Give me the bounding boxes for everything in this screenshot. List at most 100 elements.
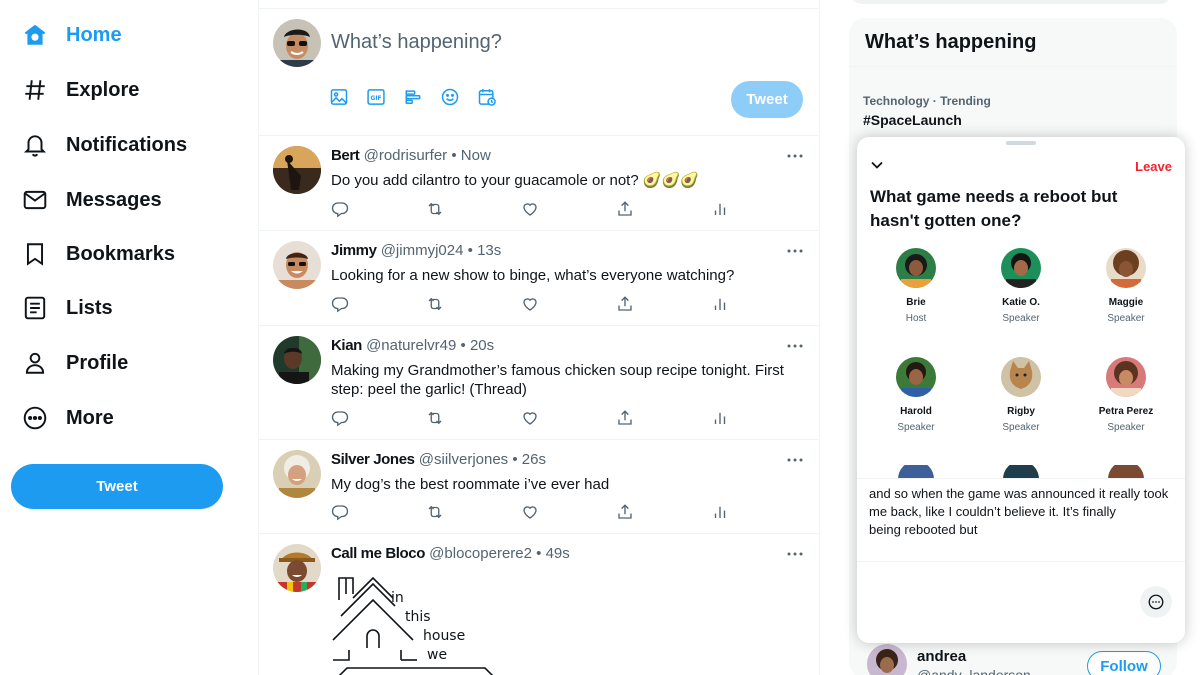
- avatar[interactable]: [896, 465, 936, 479]
- share-icon[interactable]: [616, 200, 634, 218]
- avatar[interactable]: [1001, 465, 1041, 479]
- compose-tweet-button[interactable]: Tweet: [731, 81, 803, 118]
- emoji-icon: [1148, 594, 1164, 610]
- tweet-timestamp[interactable]: 20s: [470, 337, 494, 354]
- tweet-author-handle[interactable]: @jimmyj024: [381, 242, 464, 259]
- ascii-word: we: [427, 647, 447, 663]
- reply-icon[interactable]: [331, 503, 349, 521]
- tweet[interactable]: Bert @rodrisurfer • Now Do you add cilan…: [259, 136, 819, 231]
- nav-profile[interactable]: Profile: [20, 343, 128, 383]
- space-participant[interactable]: Katie O. Speaker: [976, 248, 1066, 324]
- compose-input[interactable]: What’s happening?: [331, 31, 502, 54]
- avatar[interactable]: [273, 336, 321, 384]
- space-participant[interactable]: Rigby Speaker: [976, 357, 1066, 433]
- more-horizontal-icon[interactable]: [785, 146, 805, 166]
- avatar[interactable]: [1106, 465, 1146, 479]
- nav-notifications[interactable]: Notifications: [20, 125, 187, 165]
- analytics-icon[interactable]: [711, 409, 729, 427]
- retweet-icon[interactable]: [426, 295, 444, 313]
- nav-lists[interactable]: Lists: [20, 288, 113, 328]
- nav-notifications-label: Notifications: [66, 133, 188, 156]
- tweet[interactable]: Kian @naturelvr49 • 20s Making my Grandm…: [259, 326, 819, 440]
- leave-button[interactable]: Leave: [1135, 159, 1172, 174]
- space-participant[interactable]: Brie Host: [871, 248, 961, 324]
- nav-bookmarks[interactable]: Bookmarks: [20, 234, 175, 274]
- tweet-author-name[interactable]: Kian: [331, 337, 362, 354]
- tweet-author-name[interactable]: Jimmy: [331, 242, 377, 259]
- tweet-author-name[interactable]: Bert: [331, 147, 360, 164]
- avatar[interactable]: [273, 146, 321, 194]
- more-horizontal-icon[interactable]: [785, 450, 805, 470]
- tweet-author-handle[interactable]: @blocoperere2: [429, 545, 532, 562]
- more-horizontal-icon[interactable]: [785, 544, 805, 564]
- nav-home[interactable]: Home: [20, 15, 122, 55]
- participant-role: Speaker: [1002, 422, 1040, 433]
- nav-lists-label: Lists: [66, 296, 113, 319]
- share-icon[interactable]: [616, 409, 634, 427]
- schedule-icon[interactable]: [477, 87, 497, 107]
- like-icon[interactable]: [521, 200, 539, 218]
- space-participant[interactable]: Maggie Speaker: [1081, 248, 1171, 324]
- analytics-icon[interactable]: [711, 295, 729, 313]
- live-captions: and so when the game was announced it re…: [857, 478, 1185, 562]
- avatar[interactable]: [273, 544, 321, 592]
- person-icon: [20, 348, 50, 378]
- react-button[interactable]: [1140, 586, 1172, 618]
- follow-handle[interactable]: @andy_landerson: [917, 667, 1031, 675]
- nav-tweet-button[interactable]: Tweet: [11, 464, 223, 509]
- more-horizontal-icon[interactable]: [785, 336, 805, 356]
- nav-explore[interactable]: Explore: [20, 70, 139, 110]
- tweet[interactable]: Silver Jones @siilverjones • 26s My dog’…: [259, 440, 819, 534]
- trends-heading: What’s happening: [865, 31, 1037, 53]
- like-icon[interactable]: [521, 409, 539, 427]
- tweet-timestamp[interactable]: Now: [461, 147, 491, 164]
- like-icon[interactable]: [521, 503, 539, 521]
- analytics-icon[interactable]: [711, 503, 729, 521]
- retweet-icon[interactable]: [426, 409, 444, 427]
- avatar: [1001, 248, 1041, 289]
- search-bar[interactable]: [850, 0, 1172, 4]
- gif-icon[interactable]: GIF: [366, 87, 386, 107]
- reply-icon[interactable]: [331, 409, 349, 427]
- emoji-icon[interactable]: [440, 87, 460, 107]
- tweet-author-handle[interactable]: @naturelvr49: [366, 337, 456, 354]
- follow-name[interactable]: andrea: [917, 648, 966, 665]
- avatar: [1001, 357, 1041, 397]
- reply-icon[interactable]: [331, 295, 349, 313]
- tweet-author-handle[interactable]: @siilverjones: [419, 451, 508, 468]
- reply-icon[interactable]: [331, 200, 349, 218]
- more-horizontal-icon[interactable]: [785, 241, 805, 261]
- tweet[interactable]: Jimmy @jimmyj024 • 13s Looking for a new…: [259, 231, 819, 326]
- tweet[interactable]: Call me Bloco @blocoperere2 • 49s in thi…: [259, 534, 819, 675]
- tweet-separator: •: [467, 242, 473, 259]
- nav-profile-label: Profile: [66, 351, 129, 374]
- space-participant[interactable]: Petra Perez Speaker: [1081, 357, 1171, 433]
- retweet-icon[interactable]: [426, 503, 444, 521]
- chevron-down-icon[interactable]: [869, 157, 885, 173]
- space-participant[interactable]: Harold Speaker: [871, 357, 961, 433]
- drag-handle[interactable]: [1006, 141, 1036, 145]
- analytics-icon[interactable]: [711, 200, 729, 218]
- tweet-header: Bert @rodrisurfer • Now: [331, 147, 491, 164]
- share-icon[interactable]: [616, 295, 634, 313]
- tweet-author-name[interactable]: Call me Bloco: [331, 545, 425, 562]
- avatar[interactable]: [273, 241, 321, 289]
- tweet-timestamp[interactable]: 49s: [546, 545, 570, 562]
- share-icon[interactable]: [616, 503, 634, 521]
- nav-more[interactable]: More: [20, 398, 114, 438]
- avatar[interactable]: [867, 644, 907, 675]
- nav-messages[interactable]: Messages: [20, 180, 162, 220]
- tweet-timestamp[interactable]: 13s: [477, 242, 501, 259]
- bell-icon: [20, 130, 50, 160]
- poll-icon[interactable]: [403, 87, 423, 107]
- trend-hashtag[interactable]: #SpaceLaunch: [863, 112, 962, 128]
- like-icon[interactable]: [521, 295, 539, 313]
- retweet-icon[interactable]: [426, 200, 444, 218]
- image-icon[interactable]: [329, 87, 349, 107]
- tweet-author-name[interactable]: Silver Jones: [331, 451, 415, 468]
- tweet-timestamp[interactable]: 26s: [522, 451, 546, 468]
- avatar[interactable]: [273, 450, 321, 498]
- avatar[interactable]: [273, 19, 321, 67]
- follow-button[interactable]: Follow: [1087, 651, 1161, 675]
- tweet-author-handle[interactable]: @rodrisurfer: [364, 147, 448, 164]
